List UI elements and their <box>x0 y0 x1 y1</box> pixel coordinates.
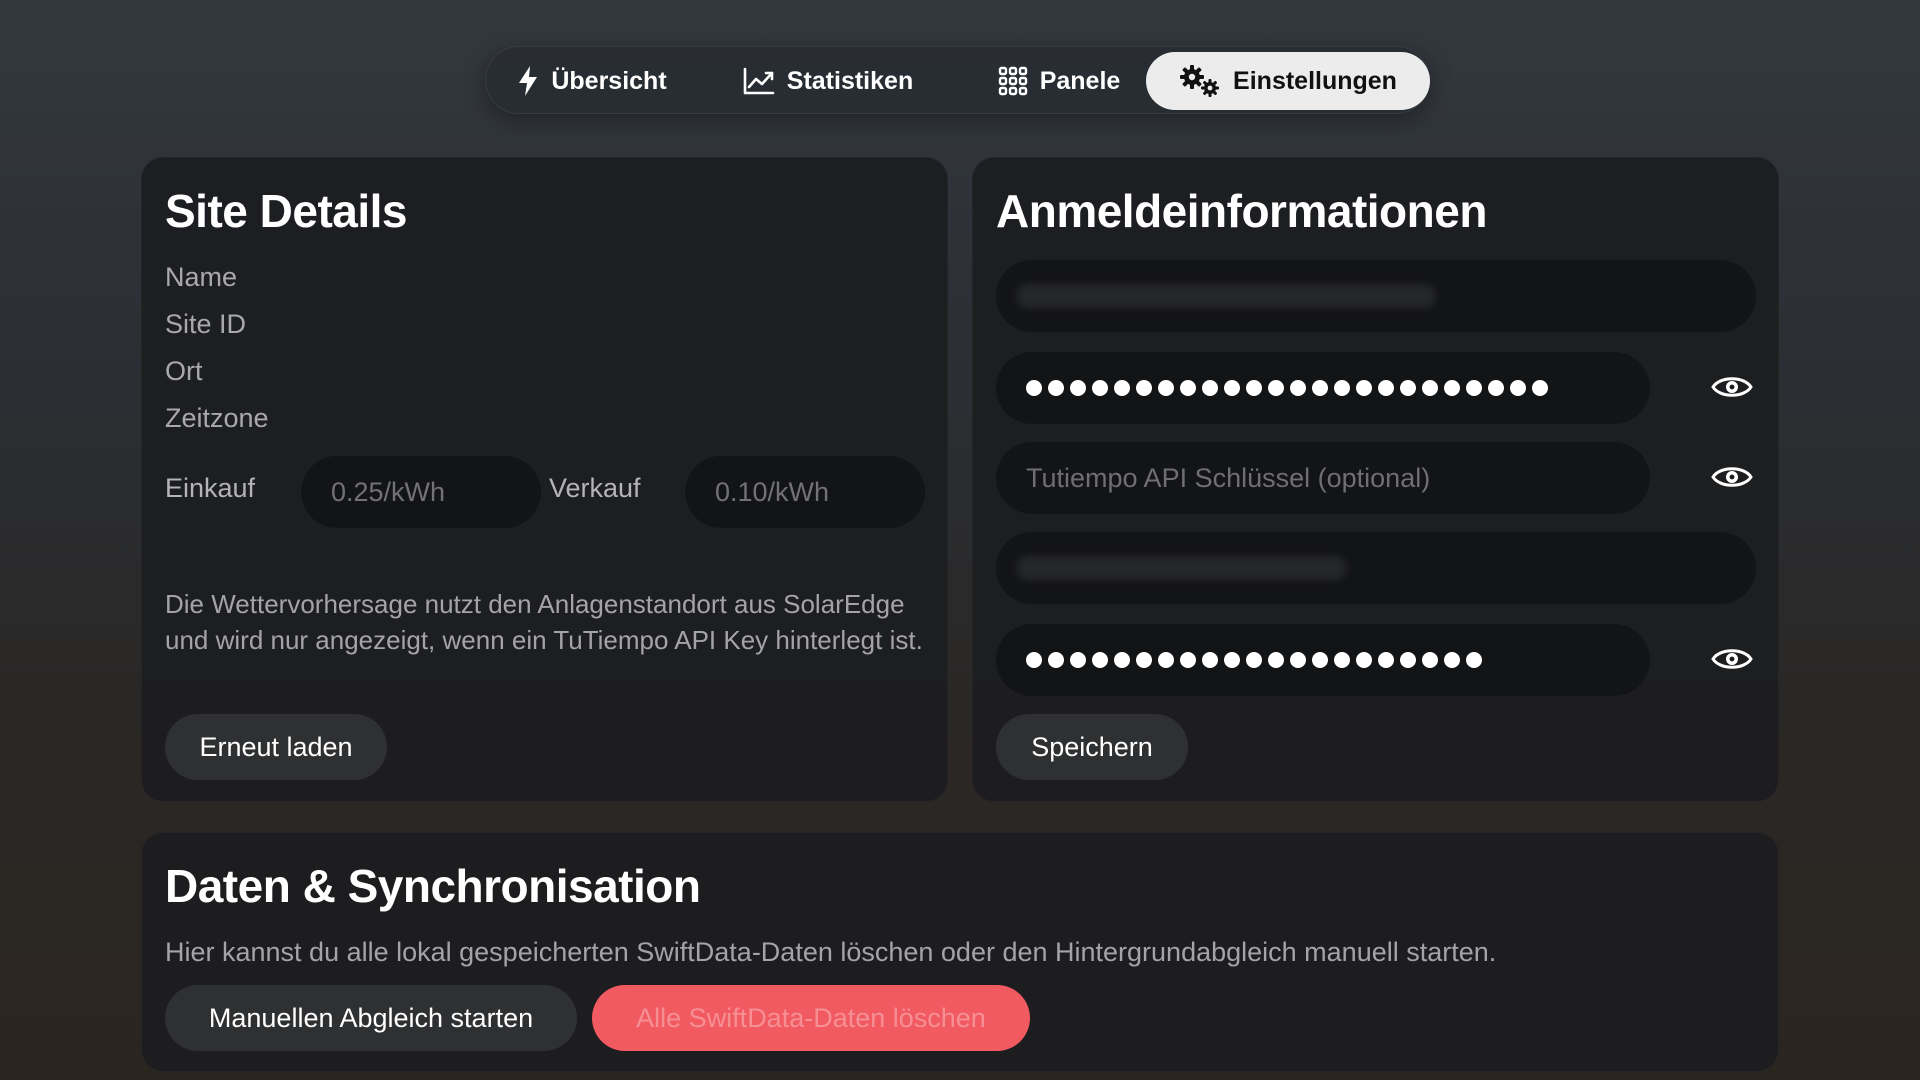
secure-dot <box>1422 652 1438 668</box>
zeitzone-label: Zeitzone <box>165 403 269 433</box>
password-field[interactable] <box>996 624 1650 696</box>
secure-dot <box>1488 380 1504 396</box>
secure-dot <box>1290 380 1306 396</box>
verkauf-label: Verkauf <box>549 473 641 503</box>
secure-dot <box>1114 380 1130 396</box>
secure-dot <box>1378 652 1394 668</box>
secure-dot <box>1224 380 1240 396</box>
delete-all-data-button[interactable]: Alle SwiftData-Daten löschen <box>592 985 1030 1051</box>
secure-dot <box>1158 652 1174 668</box>
name-label: Name <box>165 262 238 292</box>
secure-dot <box>1466 652 1482 668</box>
einkauf-placeholder: 0.25/kWh <box>331 476 446 507</box>
secure-dot <box>1026 652 1042 668</box>
secure-dot <box>1070 652 1086 668</box>
tab-statistiken[interactable]: Statistiken <box>728 52 928 110</box>
verkauf-placeholder: 0.10/kWh <box>715 476 830 507</box>
tutiempo-placeholder: Tutiempo API Schlüssel (optional) <box>1026 462 1431 493</box>
secure-dot <box>1136 652 1152 668</box>
secure-dot <box>1246 652 1262 668</box>
secure-dots <box>1026 380 1548 396</box>
site-details-card: Site Details Name Site ID Ort Zeitzone E… <box>141 157 948 802</box>
secure-dot <box>1334 652 1350 668</box>
secure-dot <box>1466 380 1482 396</box>
secure-dot <box>1268 652 1284 668</box>
einkauf-label: Einkauf <box>165 473 256 503</box>
data-sync-description: Hier kannst du alle lokal gespeicherten … <box>165 937 1497 967</box>
username-field[interactable] <box>996 260 1756 332</box>
secure-dot <box>1202 652 1218 668</box>
verkauf-input[interactable]: 0.10/kWh <box>685 456 925 528</box>
secure-dot <box>1532 380 1548 396</box>
api-key-field[interactable] <box>996 352 1650 424</box>
secure-dot <box>1202 380 1218 396</box>
secure-dots <box>1026 652 1482 668</box>
secure-dot <box>1092 380 1108 396</box>
credentials-title: Anmeldeinformationen <box>996 185 1487 237</box>
chart-line-icon <box>743 67 775 95</box>
tab-panele[interactable]: Panele <box>989 52 1129 110</box>
site-id-label: Site ID <box>165 309 247 339</box>
secure-dot <box>1048 380 1064 396</box>
login-field[interactable] <box>996 532 1756 604</box>
save-button[interactable]: Speichern <box>996 714 1188 780</box>
credentials-card: Anmeldeinformationen Tutiempo API Schlüs… <box>972 157 1779 802</box>
secure-dot <box>1158 380 1174 396</box>
secure-dot <box>1444 380 1460 396</box>
secure-dot <box>1422 380 1438 396</box>
redacted-value <box>1016 284 1436 308</box>
tutiempo-api-key-field[interactable]: Tutiempo API Schlüssel (optional) <box>996 442 1650 514</box>
tab-uebersicht[interactable]: Übersicht <box>512 52 672 110</box>
eye-icon[interactable] <box>1711 643 1753 680</box>
eye-icon[interactable] <box>1711 371 1753 408</box>
secure-dot <box>1312 652 1328 668</box>
tab-label: Panele <box>1039 66 1121 95</box>
site-details-title: Site Details <box>165 185 408 237</box>
tab-einstellungen[interactable]: Einstellungen <box>1146 52 1430 110</box>
bolt-icon <box>517 65 539 97</box>
secure-dot <box>1312 380 1328 396</box>
secure-dot <box>1070 380 1086 396</box>
einkauf-input[interactable]: 0.25/kWh <box>301 456 541 528</box>
tab-label: Einstellungen <box>1233 66 1397 95</box>
ort-label: Ort <box>165 356 203 386</box>
secure-dot <box>1356 380 1372 396</box>
secure-dot <box>1400 380 1416 396</box>
secure-dot <box>1356 652 1372 668</box>
weather-info-text: Die Wettervorhersage nutzt den Anlagenst… <box>165 589 923 655</box>
secure-dot <box>1136 380 1152 396</box>
secure-dot <box>1444 652 1460 668</box>
data-sync-card: Daten & Synchronisation Hier kannst du a… <box>141 832 1779 1072</box>
tab-bar: Übersicht Statistiken Panele Einstellung… <box>485 46 1430 114</box>
secure-dot <box>1114 652 1130 668</box>
tab-label: Übersicht <box>551 66 667 95</box>
grid-icon <box>998 66 1028 96</box>
manual-sync-button[interactable]: Manuellen Abgleich starten <box>165 985 577 1051</box>
eye-icon[interactable] <box>1711 461 1753 498</box>
secure-dot <box>1180 652 1196 668</box>
secure-dot <box>1224 652 1240 668</box>
secure-dot <box>1092 652 1108 668</box>
secure-dot <box>1400 652 1416 668</box>
secure-dot <box>1246 380 1262 396</box>
redacted-value <box>1016 556 1346 580</box>
secure-dot <box>1026 380 1042 396</box>
secure-dot <box>1268 380 1284 396</box>
reload-button[interactable]: Erneut laden <box>165 714 387 780</box>
secure-dot <box>1378 380 1394 396</box>
secure-dot <box>1510 380 1526 396</box>
tab-label: Statistiken <box>786 66 914 95</box>
secure-dot <box>1180 380 1196 396</box>
secure-dot <box>1290 652 1306 668</box>
gears-icon <box>1179 64 1221 98</box>
data-sync-title: Daten & Synchronisation <box>165 860 701 912</box>
secure-dot <box>1334 380 1350 396</box>
secure-dot <box>1048 652 1064 668</box>
